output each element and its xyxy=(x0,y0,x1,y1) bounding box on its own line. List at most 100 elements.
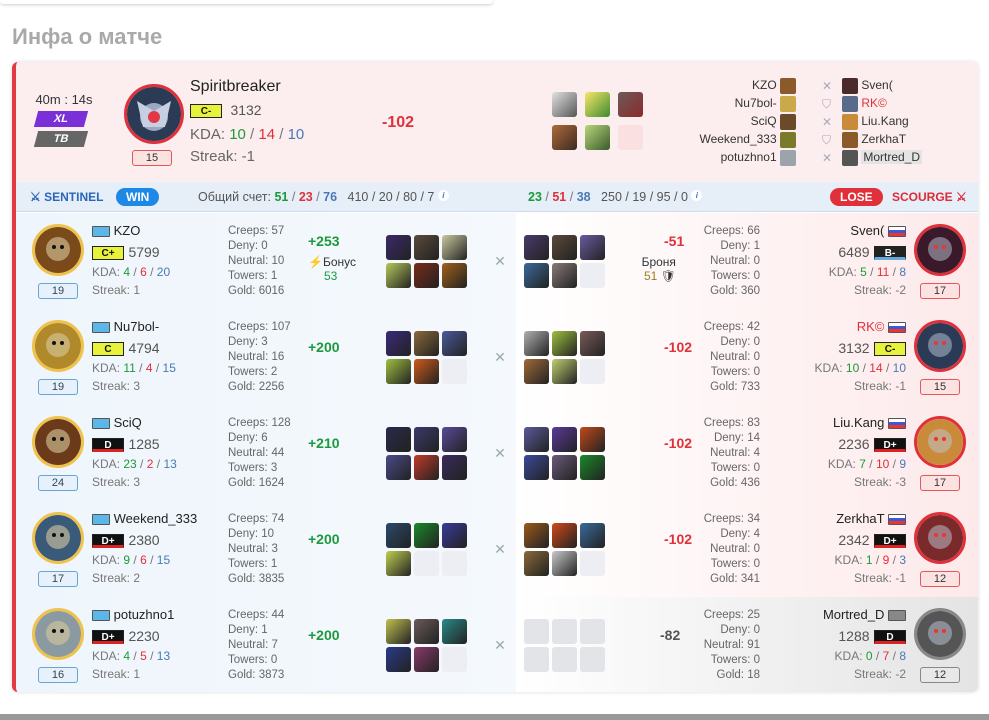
player-name[interactable]: ZerkhaT xyxy=(836,511,906,526)
item-slot[interactable] xyxy=(442,523,467,548)
item-slot[interactable] xyxy=(552,92,577,117)
item-slot[interactable] xyxy=(442,331,467,356)
gold-value: 3873 xyxy=(258,669,285,681)
item-slot[interactable] xyxy=(580,523,605,548)
summary-left-player[interactable]: Nu7bol- xyxy=(735,96,796,114)
hero-avatar[interactable] xyxy=(32,608,84,660)
item-slot[interactable] xyxy=(386,523,411,548)
mmr-change: -102 xyxy=(664,339,693,355)
scourge-score: 23 / 51 / 38 250 / 19 / 95 / 0 i xyxy=(528,190,703,204)
item-slot[interactable] xyxy=(580,427,605,452)
item-slot[interactable] xyxy=(524,455,549,480)
item-slot[interactable] xyxy=(552,551,577,576)
item-slot[interactable] xyxy=(585,92,610,117)
player-name[interactable]: Nu7bol- xyxy=(92,319,159,334)
player-name[interactable]: SciQ xyxy=(92,415,142,430)
hero-avatar[interactable] xyxy=(32,416,84,468)
info-icon[interactable]: i xyxy=(691,190,703,201)
item-slot[interactable] xyxy=(386,359,411,384)
player-name[interactable]: potuzhno1 xyxy=(92,607,174,622)
item-slot[interactable] xyxy=(442,263,467,288)
item-slot[interactable] xyxy=(442,427,467,452)
item-slot[interactable] xyxy=(386,235,411,260)
item-slot[interactable] xyxy=(414,647,439,672)
item-slot[interactable] xyxy=(414,523,439,548)
deny-value: 0 xyxy=(753,624,760,636)
item-slot[interactable] xyxy=(414,235,439,260)
item-slot[interactable] xyxy=(442,235,467,260)
item-slot[interactable] xyxy=(552,427,577,452)
player-name[interactable]: RK© xyxy=(857,319,906,334)
item-slot[interactable] xyxy=(442,619,467,644)
summary-right-player[interactable]: Liu.Kang xyxy=(842,114,909,132)
item-slot[interactable] xyxy=(580,455,605,480)
summary-right-player[interactable]: ZerkhaT xyxy=(842,132,906,150)
item-slot[interactable] xyxy=(442,455,467,480)
summary-right-player[interactable]: RK© xyxy=(842,96,887,114)
item-slot[interactable] xyxy=(414,619,439,644)
item-slot[interactable] xyxy=(552,263,577,288)
item-slot[interactable] xyxy=(552,125,577,150)
armor-value: 51 xyxy=(644,269,658,283)
flag-icon xyxy=(92,226,110,238)
hero-avatar[interactable] xyxy=(914,416,966,468)
item-slot[interactable] xyxy=(580,235,605,260)
item-slot[interactable] xyxy=(386,551,411,576)
item-slot[interactable] xyxy=(414,427,439,452)
item-slot[interactable] xyxy=(552,359,577,384)
neutral-label: Neutral: xyxy=(228,447,269,459)
summary-right-player[interactable]: Mortred_D xyxy=(842,150,923,168)
item-slot[interactable] xyxy=(386,427,411,452)
player-name[interactable]: Weekend_333 xyxy=(92,511,197,526)
summary-left-player[interactable]: KZO xyxy=(752,78,796,96)
item-slot[interactable] xyxy=(524,523,549,548)
item-slot[interactable] xyxy=(524,331,549,356)
summary-left-player[interactable]: Weekend_333 xyxy=(699,132,796,150)
farm-stats: Creeps: 44 Deny: 1 Neutral: 7 Towers: 0 … xyxy=(228,608,284,683)
item-slot[interactable] xyxy=(552,235,577,260)
summary-left-player[interactable]: potuzhno1 xyxy=(721,150,796,168)
item-slot[interactable] xyxy=(386,263,411,288)
item-slot[interactable] xyxy=(414,455,439,480)
item-slot[interactable] xyxy=(386,647,411,672)
hero-avatar[interactable] xyxy=(32,224,84,276)
item-slot[interactable] xyxy=(552,331,577,356)
item-slot[interactable] xyxy=(414,263,439,288)
player-name[interactable]: Mortred_D xyxy=(823,607,906,622)
item-slot[interactable] xyxy=(524,263,549,288)
towers-value: 0 xyxy=(753,270,760,282)
summary-left-player[interactable]: SciQ xyxy=(751,114,796,132)
item-slot[interactable] xyxy=(552,455,577,480)
item-slot[interactable] xyxy=(386,331,411,356)
item-slot[interactable] xyxy=(524,551,549,576)
player-name[interactable]: Liu.Kang xyxy=(833,415,906,430)
info-icon[interactable]: i xyxy=(437,190,449,201)
item-slot[interactable] xyxy=(386,455,411,480)
item-slot[interactable] xyxy=(618,92,643,117)
hero-avatar[interactable] xyxy=(124,84,184,144)
kda-assists: 13 xyxy=(156,649,171,663)
item-slot[interactable] xyxy=(524,359,549,384)
item-slot[interactable] xyxy=(580,331,605,356)
hero-avatar[interactable] xyxy=(914,320,966,372)
hero-avatar[interactable] xyxy=(32,512,84,564)
summary-right-player[interactable]: Sven( xyxy=(842,78,893,96)
item-slot[interactable] xyxy=(524,235,549,260)
item-slot[interactable] xyxy=(524,427,549,452)
item-slot[interactable] xyxy=(414,359,439,384)
item-slot[interactable] xyxy=(386,619,411,644)
hero-avatar[interactable] xyxy=(914,608,966,660)
item-slot[interactable] xyxy=(585,125,610,150)
player-name[interactable]: Sven( xyxy=(850,223,906,238)
flag-icon xyxy=(888,322,906,334)
item-slot[interactable] xyxy=(552,523,577,548)
hero-avatar[interactable] xyxy=(32,320,84,372)
flag-icon xyxy=(92,418,110,430)
bonus: ⚡Бонус 53 xyxy=(308,255,356,283)
item-slot[interactable] xyxy=(414,331,439,356)
player-name[interactable]: KZO xyxy=(92,223,140,238)
hero-avatar[interactable] xyxy=(914,224,966,276)
neutral-label: Neutral: xyxy=(228,639,269,651)
hero-level: 16 xyxy=(38,667,78,683)
hero-avatar[interactable] xyxy=(914,512,966,564)
